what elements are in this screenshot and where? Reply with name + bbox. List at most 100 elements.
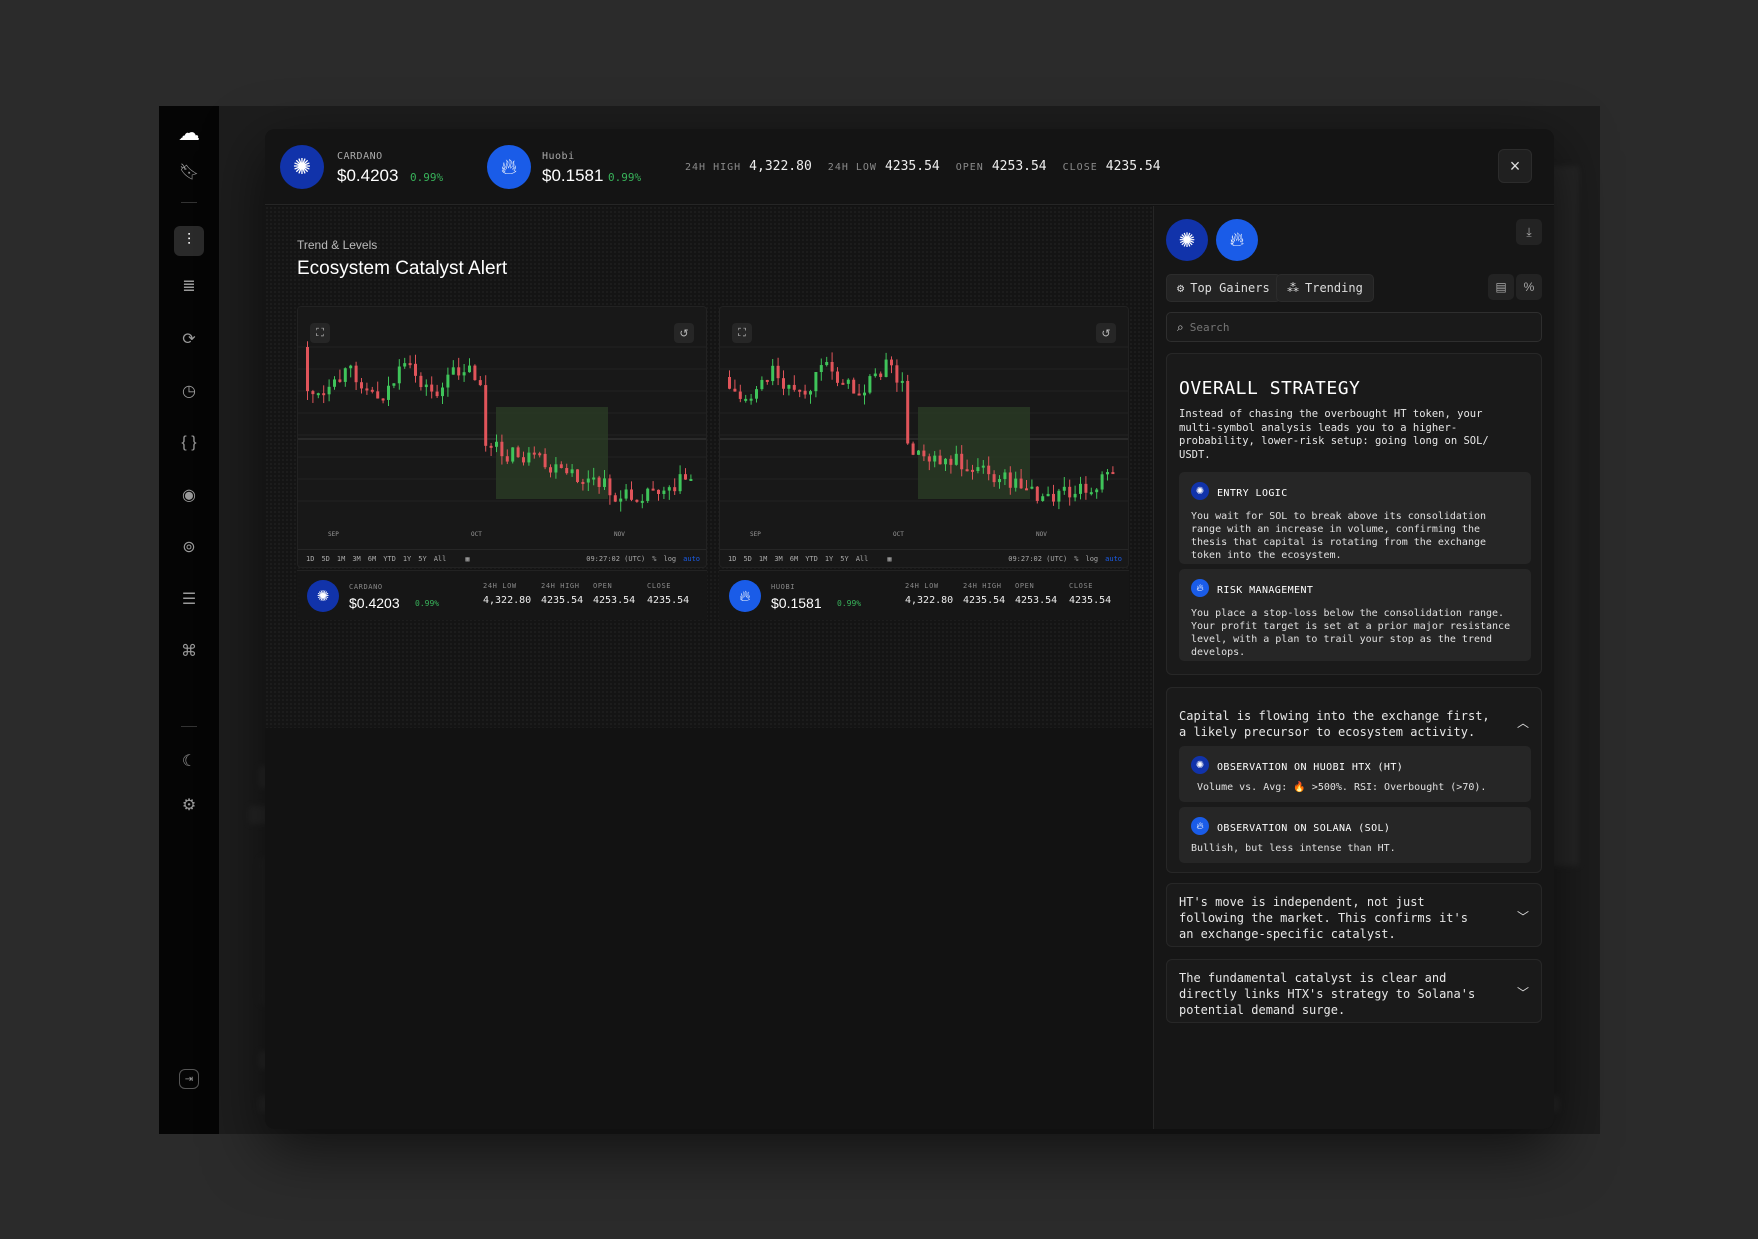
percent-toggle[interactable]: % xyxy=(1074,555,1078,563)
tf-button[interactable]: All xyxy=(434,555,447,563)
history-icon[interactable]: ◷ xyxy=(174,376,204,406)
log-toggle[interactable]: log xyxy=(663,555,676,563)
chevron-down-icon[interactable]: ﹀ xyxy=(1517,984,1529,1001)
candle-body xyxy=(327,386,331,395)
candle-body xyxy=(1111,472,1115,475)
month-label: OCT xyxy=(893,531,904,538)
auto-toggle[interactable]: auto xyxy=(1105,555,1122,563)
candle-body xyxy=(619,498,623,502)
candle-body xyxy=(646,488,650,501)
candle-body xyxy=(408,363,412,366)
expand-sidebar-icon[interactable]: ⇥ xyxy=(179,1069,199,1089)
calendar-icon[interactable]: ▦ xyxy=(465,555,469,563)
bookmark-icon[interactable]: 🔖︎ xyxy=(174,157,204,187)
accordion-independent-move[interactable]: HT's move is independent, not just follo… xyxy=(1166,883,1542,947)
month-label: NOV xyxy=(614,531,625,538)
candle-body xyxy=(917,450,920,455)
tf-button[interactable]: 6M xyxy=(368,555,376,563)
tf-button[interactable]: YTD xyxy=(805,555,818,563)
candles-icon[interactable]: ⫶ xyxy=(174,226,204,256)
ticker-stat-value: 4253.54 xyxy=(1015,595,1058,606)
tf-button[interactable]: 1M xyxy=(337,555,345,563)
cardano-chart[interactable]: ⛶ ↺ SEP OCT NOV 1D 5D 1M 3M 6M YTD 1Y 5Y… xyxy=(297,306,707,568)
huobi-chart[interactable]: ⛶ ↺ SEP OCT NOV 1D 5D 1M 3M 6M YTD 1Y 5Y… xyxy=(719,306,1129,568)
chevron-down-icon[interactable]: ﹀ xyxy=(1517,908,1529,925)
accordion-capital-flow[interactable]: Capital is flowing into the exchange fir… xyxy=(1166,687,1542,873)
month-label: SEP xyxy=(750,531,761,538)
search-field[interactable]: ⌕ xyxy=(1166,312,1542,342)
refresh-icon[interactable]: ⟳ xyxy=(174,324,204,354)
tf-button[interactable]: YTD xyxy=(383,555,396,563)
observation-body: Volume vs. Avg: 🔥 >500%. RSI: Overbought… xyxy=(1197,782,1487,793)
chart-time: 09:27:02 (UTC) xyxy=(586,554,646,563)
logo-icon: ☁ xyxy=(178,120,200,145)
coin2-price: $0.1581 xyxy=(542,166,604,185)
tf-button[interactable]: 3M xyxy=(774,555,782,563)
location-icon[interactable]: ⊚ xyxy=(174,532,204,562)
search-input[interactable] xyxy=(1189,320,1490,334)
candle-body xyxy=(441,387,444,397)
candle-body xyxy=(954,453,958,465)
candle-body xyxy=(836,371,839,383)
tf-button[interactable]: 6M xyxy=(790,555,798,563)
calendar-icon[interactable]: ▦ xyxy=(887,555,891,563)
candle-body xyxy=(473,365,477,381)
month-label: NOV xyxy=(1036,531,1047,538)
target-icon[interactable]: ◉ xyxy=(174,480,204,510)
tf-button[interactable]: 1D xyxy=(306,555,314,563)
candle-body xyxy=(798,389,802,392)
candle-body xyxy=(976,467,980,472)
ticker-stat-value: 4,322.80 xyxy=(905,595,954,606)
rows-icon[interactable]: ☰ xyxy=(174,584,204,614)
tf-button[interactable]: All xyxy=(856,555,869,563)
brackets-icon[interactable]: { } xyxy=(174,428,204,458)
observation-sol-box: 🔥︎ OBSERVATION ON SOLANA (SOL) Bullish, … xyxy=(1179,807,1531,863)
tf-button[interactable]: 1Y xyxy=(403,555,411,563)
candle-body xyxy=(841,382,845,385)
candle-body xyxy=(381,398,385,401)
candle-body xyxy=(484,385,488,446)
command-icon[interactable]: ⌘ xyxy=(174,636,204,666)
ticker-stat-label: 24H LOW xyxy=(905,582,939,590)
accordion-fundamental-catalyst[interactable]: The fundamental catalyst is clear and di… xyxy=(1166,959,1542,1023)
chevron-up-icon[interactable]: ︿ xyxy=(1517,714,1529,731)
candle-body xyxy=(830,362,834,372)
candle-body xyxy=(744,398,748,401)
tf-button[interactable]: 1D xyxy=(728,555,736,563)
coin2-change: 0.99% xyxy=(608,171,642,184)
huobi-logo-icon: 🔥︎ xyxy=(487,145,531,189)
tf-button[interactable]: 1Y xyxy=(825,555,833,563)
stat-label: 24H LOW xyxy=(827,162,877,173)
reset-icon[interactable]: ↺ xyxy=(1096,323,1116,343)
tab-top-gainers[interactable]: ⚙︎ Top Gainers xyxy=(1166,274,1281,302)
candle-body xyxy=(673,487,677,492)
gear-icon[interactable]: ⚙ xyxy=(174,790,204,820)
huobi-logo-icon[interactable]: 🔥︎ xyxy=(1216,219,1258,261)
close-button[interactable]: × xyxy=(1498,149,1532,183)
percent-icon[interactable]: % xyxy=(1516,274,1542,300)
log-toggle[interactable]: log xyxy=(1085,555,1098,563)
tf-button[interactable]: 5D xyxy=(321,555,329,563)
tab-trending[interactable]: ⁂ Trending xyxy=(1276,274,1374,302)
candle-body xyxy=(933,455,937,462)
tf-button[interactable]: 5Y xyxy=(840,555,848,563)
candle-body xyxy=(787,384,791,389)
table-view-icon[interactable]: ▤ xyxy=(1488,274,1514,300)
tf-button[interactable]: 1M xyxy=(759,555,767,563)
reset-icon[interactable]: ↺ xyxy=(674,323,694,343)
tf-button[interactable]: 3M xyxy=(352,555,360,563)
moon-icon[interactable]: ☾ xyxy=(174,746,204,776)
download-icon[interactable]: ⤓ xyxy=(1516,219,1542,245)
list-icon[interactable]: ≣ xyxy=(174,271,204,301)
candle-body xyxy=(570,469,574,474)
fullscreen-icon[interactable]: ⛶ xyxy=(732,323,752,343)
cardano-logo-icon[interactable]: ✺ xyxy=(1166,219,1208,261)
tf-button[interactable]: 5Y xyxy=(418,555,426,563)
candle-body xyxy=(1057,490,1061,502)
candle-body xyxy=(938,455,942,465)
auto-toggle[interactable]: auto xyxy=(683,555,700,563)
fullscreen-icon[interactable]: ⛶ xyxy=(310,323,330,343)
candle-body xyxy=(651,488,655,491)
percent-toggle[interactable]: % xyxy=(652,555,656,563)
tf-button[interactable]: 5D xyxy=(743,555,751,563)
